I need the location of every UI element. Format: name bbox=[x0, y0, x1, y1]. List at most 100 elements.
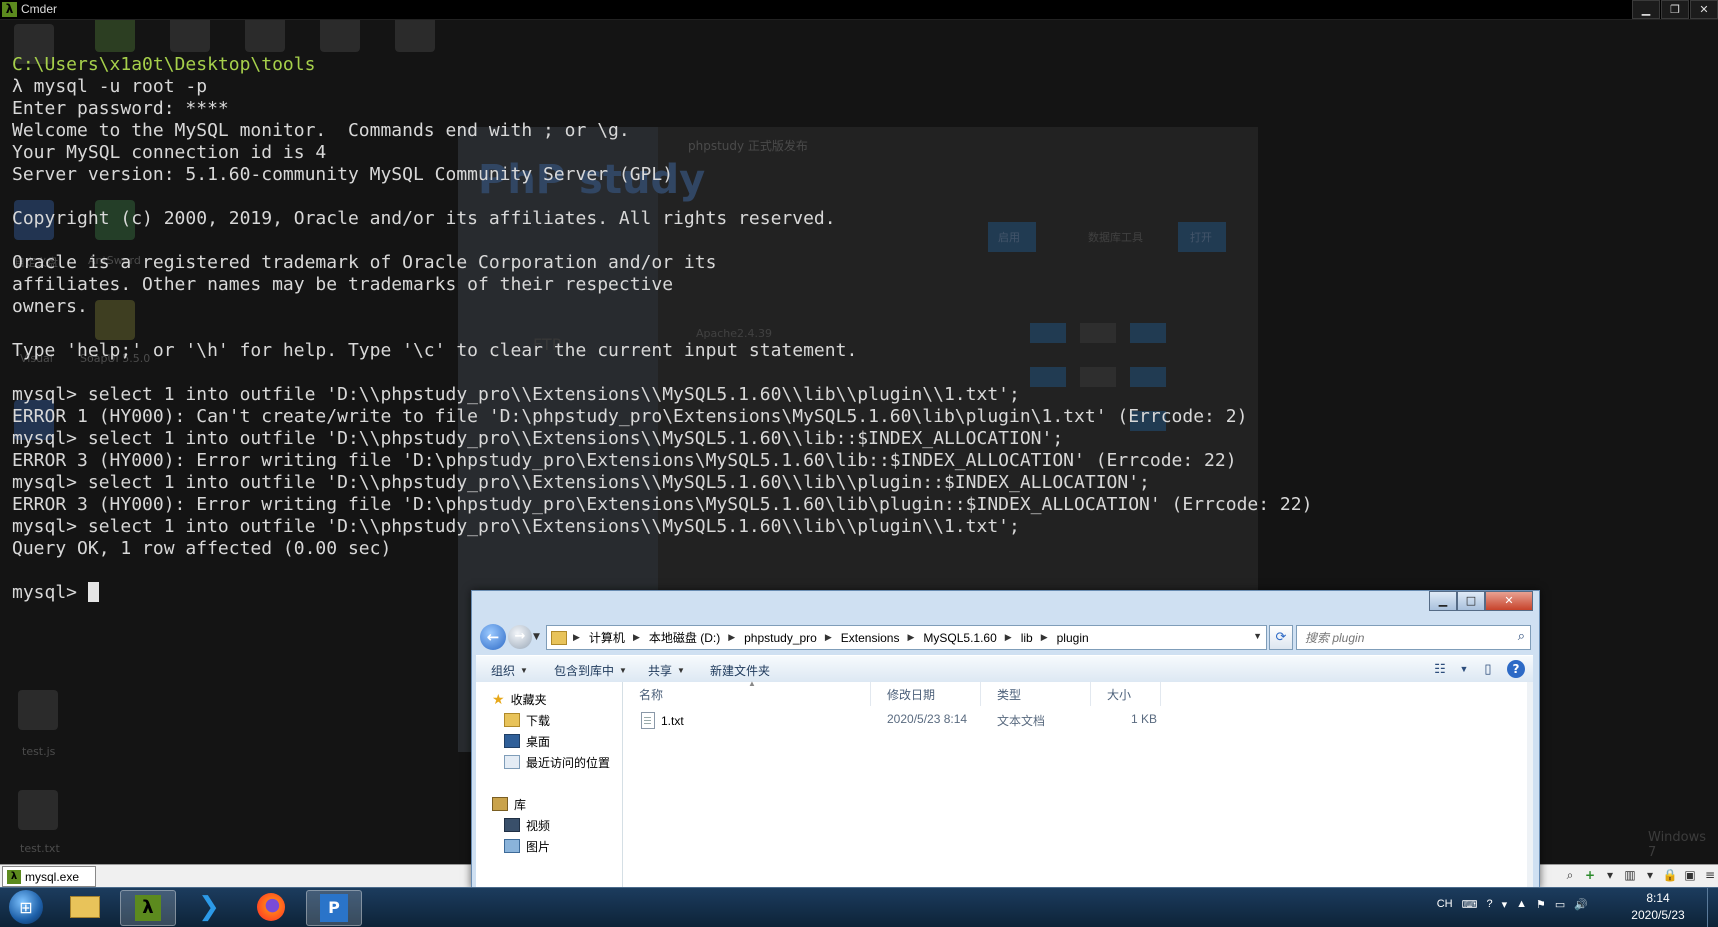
nav-libraries[interactable]: 库 bbox=[492, 795, 526, 813]
terminal-line: Server version: 5.1.60-community MySQL C… bbox=[12, 164, 674, 185]
chevron-down-icon[interactable]: ▼ bbox=[1459, 659, 1469, 679]
column-header-date[interactable]: 修改日期 bbox=[871, 682, 981, 706]
terminal-line: ERROR 3 (HY000): Error writing file 'D:\… bbox=[12, 494, 1313, 515]
back-arrow-icon[interactable]: ← bbox=[480, 624, 506, 650]
refresh-icon[interactable]: ⟳ bbox=[1269, 625, 1293, 650]
file-name-cell: 1.txt bbox=[641, 712, 684, 729]
split-icon[interactable]: ▥ bbox=[1622, 867, 1638, 883]
firefox-taskbar-icon[interactable] bbox=[244, 890, 298, 924]
breadcrumb-phpstudy[interactable]: phpstudy_pro bbox=[744, 631, 817, 645]
view-options-icon[interactable]: ☷ bbox=[1429, 659, 1451, 679]
vscode-taskbar-icon[interactable]: ❯ bbox=[182, 890, 236, 924]
terminal-line: owners. bbox=[12, 296, 88, 317]
minimize-button[interactable]: ▁ bbox=[1632, 0, 1660, 19]
new-folder-label: 新建文件夹 bbox=[710, 664, 771, 678]
terminal-line: ERROR 1 (HY000): Can't create/write to f… bbox=[12, 406, 1248, 427]
chevron-right-icon[interactable]: ▶ bbox=[1041, 632, 1048, 643]
nav-downloads[interactable]: 下载 bbox=[504, 711, 550, 729]
include-in-library-button[interactable]: 包含到库中 ▼ bbox=[554, 662, 627, 679]
volume-icon[interactable]: 🔊 bbox=[1574, 898, 1588, 911]
taskbar-clock[interactable]: 8:14 2020/5/23 bbox=[1608, 890, 1708, 924]
network-icon[interactable]: ▭ bbox=[1555, 898, 1565, 911]
cmder-titlebar[interactable]: λ Cmder ▁ ❐ ✕ bbox=[0, 0, 1718, 20]
search-input[interactable] bbox=[1303, 629, 1497, 646]
desktop-icon bbox=[504, 734, 520, 748]
lock-icon[interactable]: 🔒 bbox=[1662, 867, 1678, 883]
nav-favorites[interactable]: ★ 收藏夹 bbox=[492, 690, 547, 708]
nav-desktop[interactable]: 桌面 bbox=[504, 732, 550, 750]
cmder-window-controls: ▁ ❐ ✕ bbox=[1631, 0, 1718, 19]
scrollbar[interactable] bbox=[1527, 682, 1533, 888]
file-size: 1 KB bbox=[1131, 712, 1158, 726]
nav-videos[interactable]: 视频 bbox=[504, 816, 550, 834]
terminal-line: Enter password: **** bbox=[12, 98, 229, 119]
new-folder-button[interactable]: 新建文件夹 bbox=[710, 662, 770, 679]
file-name: 1.txt bbox=[661, 713, 684, 728]
nav-recent-places[interactable]: 最近访问的位置 bbox=[504, 753, 610, 771]
add-tab-icon[interactable]: + bbox=[1582, 867, 1598, 883]
column-size-label: 大小 bbox=[1107, 687, 1132, 702]
file-type: 文本文档 bbox=[997, 714, 1046, 728]
terminal-line: affiliates. Other names may be trademark… bbox=[12, 274, 674, 295]
chevron-down-icon[interactable]: ▼ bbox=[1253, 631, 1262, 641]
keyboard-icon[interactable]: ⌨ bbox=[1462, 898, 1478, 911]
include-library-label: 包含到库中 bbox=[554, 664, 615, 678]
chevron-down-icon[interactable]: ▾ bbox=[1502, 898, 1508, 911]
chevron-right-icon[interactable]: ▶ bbox=[633, 632, 640, 643]
close-button[interactable]: ✕ bbox=[1485, 591, 1533, 611]
recent-places-icon bbox=[504, 755, 520, 769]
chevron-right-icon[interactable]: ▶ bbox=[1005, 632, 1012, 643]
address-bar[interactable]: ▶ 计算机 ▶ 本地磁盘 (D:) ▶ phpstudy_pro ▶ Exten… bbox=[546, 625, 1267, 650]
chevron-down-icon[interactable]: ▾ bbox=[1602, 867, 1618, 883]
minimize-button[interactable]: ▁ bbox=[1429, 591, 1457, 611]
chevron-right-icon[interactable]: ▶ bbox=[825, 632, 832, 643]
console-tab[interactable]: λ mysql.exe bbox=[2, 866, 96, 887]
chevron-right-icon[interactable]: ▶ bbox=[907, 632, 914, 643]
breadcrumb-plugin[interactable]: plugin bbox=[1057, 631, 1089, 645]
chevron-right-icon[interactable]: ▶ bbox=[728, 632, 735, 643]
maximize-button[interactable]: □ bbox=[1457, 591, 1485, 611]
sort-ascending-icon: ▲ bbox=[748, 679, 756, 688]
restore-button[interactable]: ❐ bbox=[1661, 0, 1689, 19]
start-button[interactable]: ⊞ bbox=[4, 890, 48, 925]
share-button[interactable]: 共享 ▼ bbox=[648, 662, 685, 679]
chevron-down-icon[interactable]: ▼ bbox=[533, 632, 540, 642]
close-button[interactable]: ✕ bbox=[1690, 0, 1718, 19]
column-header-type[interactable]: 类型 bbox=[981, 682, 1091, 706]
column-header-name[interactable]: 名称 ▲ bbox=[623, 679, 871, 706]
nav-pictures[interactable]: 图片 bbox=[504, 837, 550, 855]
chevron-up-icon[interactable]: ▲ bbox=[1516, 898, 1527, 911]
file-explorer-taskbar-icon[interactable] bbox=[58, 890, 112, 924]
breadcrumb-extensions[interactable]: Extensions bbox=[841, 631, 900, 645]
breadcrumb-computer[interactable]: 计算机 bbox=[589, 629, 625, 646]
chevron-right-icon[interactable]: ▶ bbox=[573, 632, 580, 643]
search-icon[interactable]: ⌕ bbox=[1562, 867, 1578, 883]
phpstudy-taskbar-icon[interactable]: P bbox=[306, 890, 362, 926]
terminal-line: mysql> select 1 into outfile 'D:\\phpstu… bbox=[12, 472, 1150, 493]
text-file-icon bbox=[641, 712, 655, 729]
language-indicator[interactable]: CH bbox=[1437, 898, 1453, 911]
terminal-prompt: mysql> bbox=[12, 582, 88, 603]
breadcrumb-lib[interactable]: lib bbox=[1021, 631, 1033, 645]
terminal-output[interactable]: C:\Users\x1a0t\Desktop\tools λ mysql -u r… bbox=[12, 54, 1312, 604]
show-desktop-button[interactable] bbox=[1707, 888, 1718, 927]
nav-recent-label: 最近访问的位置 bbox=[526, 755, 611, 770]
cmder-title: Cmder bbox=[21, 2, 58, 16]
help-icon[interactable]: ? bbox=[1486, 898, 1492, 911]
organize-button[interactable]: 组织 ▼ bbox=[491, 662, 528, 679]
help-icon[interactable]: ? bbox=[1507, 660, 1525, 678]
menu-icon[interactable]: ≡ bbox=[1702, 867, 1718, 883]
chevron-down-icon[interactable]: ▾ bbox=[1642, 867, 1658, 883]
preview-pane-icon[interactable]: ▯ bbox=[1477, 659, 1499, 679]
action-center-flag-icon[interactable]: ⚑ bbox=[1536, 898, 1546, 911]
forward-arrow-icon[interactable]: → bbox=[508, 625, 532, 649]
breadcrumb-drive[interactable]: 本地磁盘 (D:) bbox=[649, 629, 720, 646]
file-list: 名称 ▲ 修改日期 类型 大小 1.txt 2020/5/23 8:14 文本文… bbox=[623, 679, 1533, 888]
breadcrumb-mysql[interactable]: MySQL5.1.60 bbox=[923, 631, 996, 645]
column-header-size[interactable]: 大小 bbox=[1091, 682, 1161, 706]
cmder-taskbar-icon[interactable]: λ bbox=[120, 890, 176, 926]
search-icon[interactable]: ⌕ bbox=[1518, 629, 1525, 644]
panel-icon[interactable]: ▣ bbox=[1682, 867, 1698, 883]
table-row[interactable]: 1.txt 2020/5/23 8:14 文本文档 1 KB bbox=[623, 710, 1533, 730]
